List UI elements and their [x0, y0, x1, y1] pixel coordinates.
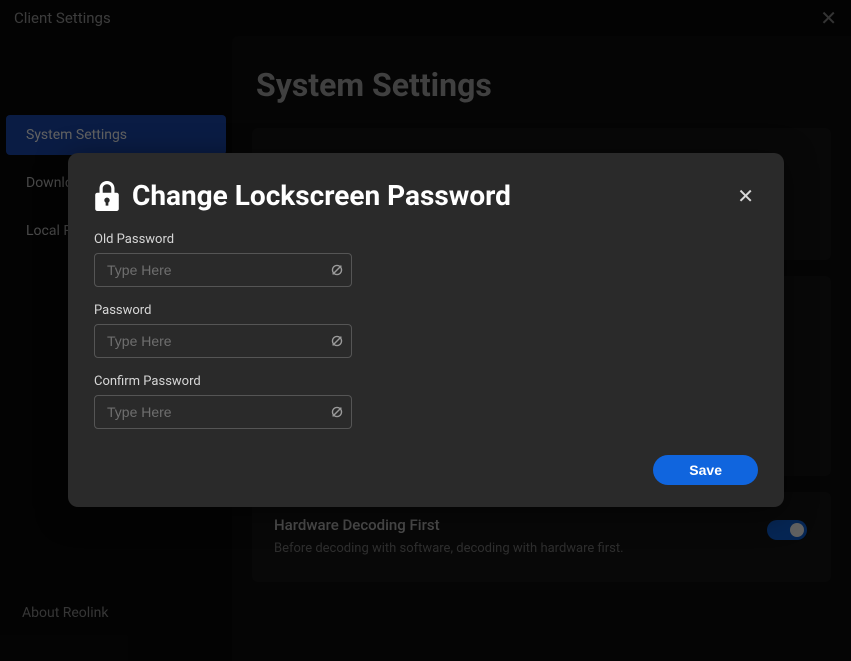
eye-hidden-icon — [330, 334, 344, 348]
toggle-visibility-button[interactable] — [330, 334, 344, 348]
confirm-password-input[interactable] — [94, 395, 352, 429]
lock-icon — [94, 181, 120, 211]
save-button[interactable]: Save — [653, 455, 758, 485]
old-password-input[interactable] — [94, 253, 352, 287]
confirm-password-label: Confirm Password — [94, 374, 352, 389]
modal-title-wrap: Change Lockscreen Password — [94, 179, 511, 212]
change-password-modal: Change Lockscreen Password ✕ Old Passwor… — [68, 153, 784, 507]
input-wrap — [94, 253, 352, 287]
modal-footer: Save — [94, 455, 758, 485]
input-wrap — [94, 395, 352, 429]
form-group-confirm-password: Confirm Password — [94, 374, 352, 429]
modal-title: Change Lockscreen Password — [132, 179, 511, 212]
form-group-password: Password — [94, 303, 352, 358]
eye-hidden-icon — [330, 405, 344, 419]
modal-close-button[interactable]: ✕ — [733, 182, 758, 210]
old-password-label: Old Password — [94, 232, 352, 247]
close-icon: ✕ — [737, 184, 754, 208]
modal-header: Change Lockscreen Password ✕ — [94, 179, 758, 212]
eye-hidden-icon — [330, 263, 344, 277]
toggle-visibility-button[interactable] — [330, 405, 344, 419]
form-group-old-password: Old Password — [94, 232, 352, 287]
password-label: Password — [94, 303, 352, 318]
input-wrap — [94, 324, 352, 358]
password-input[interactable] — [94, 324, 352, 358]
toggle-visibility-button[interactable] — [330, 263, 344, 277]
